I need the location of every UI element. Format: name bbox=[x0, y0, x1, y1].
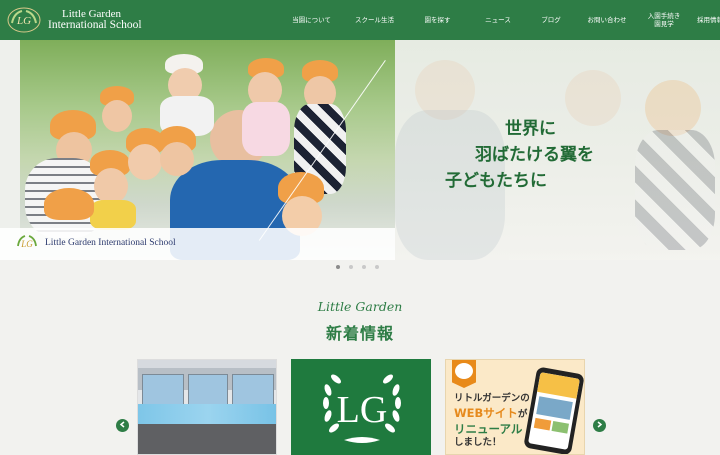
nav-find-school-label: 園を探す bbox=[424, 16, 451, 24]
news-card[interactable]: リトルガーデンの WEBサイトが リニューアル しました！ bbox=[445, 359, 585, 455]
nav-blog[interactable]: ブログ bbox=[527, 0, 575, 40]
child-face bbox=[160, 142, 194, 176]
hero-photo bbox=[20, 40, 395, 260]
smartphone-icon bbox=[523, 366, 584, 454]
badge-icon bbox=[452, 360, 476, 388]
svg-text:LG: LG bbox=[20, 239, 33, 249]
laurel-logo-icon: LG bbox=[314, 366, 410, 450]
nav-recruit-label: 採用情報 bbox=[697, 16, 720, 24]
hero-slider[interactable]: 世界に 羽ばたける翼を 子どもたちに LG Little Garden Inte… bbox=[0, 40, 720, 260]
chevron-left-icon bbox=[119, 421, 126, 430]
nav-find-school[interactable]: 園を探す bbox=[406, 0, 469, 40]
nav-news-label: ニュース bbox=[485, 16, 511, 24]
emblem-letters: LG bbox=[337, 389, 388, 431]
nav-about-label: 当園について bbox=[292, 16, 331, 24]
hero-caption: LG Little Garden International School bbox=[14, 234, 176, 252]
hero-tagline-line1: 世界に bbox=[505, 119, 556, 139]
chevron-right-icon bbox=[596, 421, 603, 430]
laurel-logo-icon: LG bbox=[14, 234, 40, 252]
card-photo-floor bbox=[138, 424, 276, 454]
logo-line2: International School bbox=[48, 19, 142, 31]
hero-tagline-line3: 子どもたちに bbox=[445, 171, 547, 191]
carousel-dot[interactable] bbox=[375, 265, 379, 269]
news-title: 新着情報 bbox=[325, 324, 394, 343]
nav-contact[interactable]: お問い合わせ bbox=[575, 0, 639, 40]
announcement-line1: リトルガーデンの bbox=[454, 393, 530, 404]
news-next-button[interactable] bbox=[593, 419, 606, 432]
nav-news[interactable]: ニュース bbox=[469, 0, 527, 40]
nav-admission[interactable]: 入園手続き 園見学 bbox=[639, 0, 689, 40]
nav-about[interactable]: 当園について bbox=[280, 0, 343, 40]
carousel-dot[interactable] bbox=[362, 265, 366, 269]
child-face bbox=[102, 100, 132, 132]
main-nav: 当園について スクール生活 園を探す ニュース ブログ お問い合わせ 入園手続き… bbox=[280, 0, 720, 40]
card-announcement: リトルガーデンの WEBサイトが リニューアル しました！ bbox=[454, 392, 530, 450]
hero-tagline-line2: 羽ばたける翼を bbox=[475, 145, 594, 165]
news-prev-button[interactable] bbox=[116, 419, 129, 432]
hero-edge bbox=[0, 40, 20, 260]
announcement-line3: リニューアル bbox=[454, 422, 523, 436]
nav-contact-label: お問い合わせ bbox=[587, 16, 627, 24]
logo-text: Little Garden International School bbox=[48, 9, 142, 31]
news-card[interactable] bbox=[137, 359, 277, 455]
carousel-dot[interactable] bbox=[336, 265, 340, 269]
child-shirt bbox=[90, 200, 136, 230]
news-card[interactable]: LG bbox=[291, 359, 431, 455]
ghost-shirt bbox=[635, 130, 715, 250]
nav-school-life[interactable]: スクール生活 bbox=[343, 0, 406, 40]
hero-caption-text: Little Garden International School bbox=[45, 238, 176, 248]
svg-text:LG: LG bbox=[16, 15, 31, 27]
card-photo-ceiling bbox=[138, 360, 276, 368]
carousel-dot[interactable] bbox=[349, 265, 353, 269]
site-logo[interactable]: LG Little Garden International School bbox=[6, 0, 142, 40]
hero-tagline: 世界に 羽ばたける翼を 子どもたちに bbox=[445, 116, 594, 194]
card-photo-mural bbox=[138, 404, 276, 424]
ghost-cap bbox=[645, 80, 701, 136]
announcement-line4: しました！ bbox=[454, 437, 502, 448]
nav-blog-label: ブログ bbox=[541, 16, 561, 24]
child-cap bbox=[44, 188, 94, 220]
announcement-line2: が bbox=[517, 409, 528, 420]
laurel-logo-icon: LG bbox=[6, 7, 42, 33]
nav-admission-label: 入園手続き 園見学 bbox=[647, 12, 681, 28]
child-face bbox=[128, 144, 162, 180]
child-shirt bbox=[242, 102, 290, 156]
nav-recruit[interactable]: 採用情報 bbox=[689, 0, 720, 40]
news-subtitle: Little Garden bbox=[317, 299, 403, 314]
carousel-dots bbox=[336, 265, 379, 269]
site-header: LG Little Garden International School 当園… bbox=[0, 0, 720, 40]
child-face bbox=[94, 168, 128, 204]
announcement-highlight: WEBサイト bbox=[454, 406, 518, 420]
nav-school-life-label: スクール生活 bbox=[355, 16, 394, 24]
